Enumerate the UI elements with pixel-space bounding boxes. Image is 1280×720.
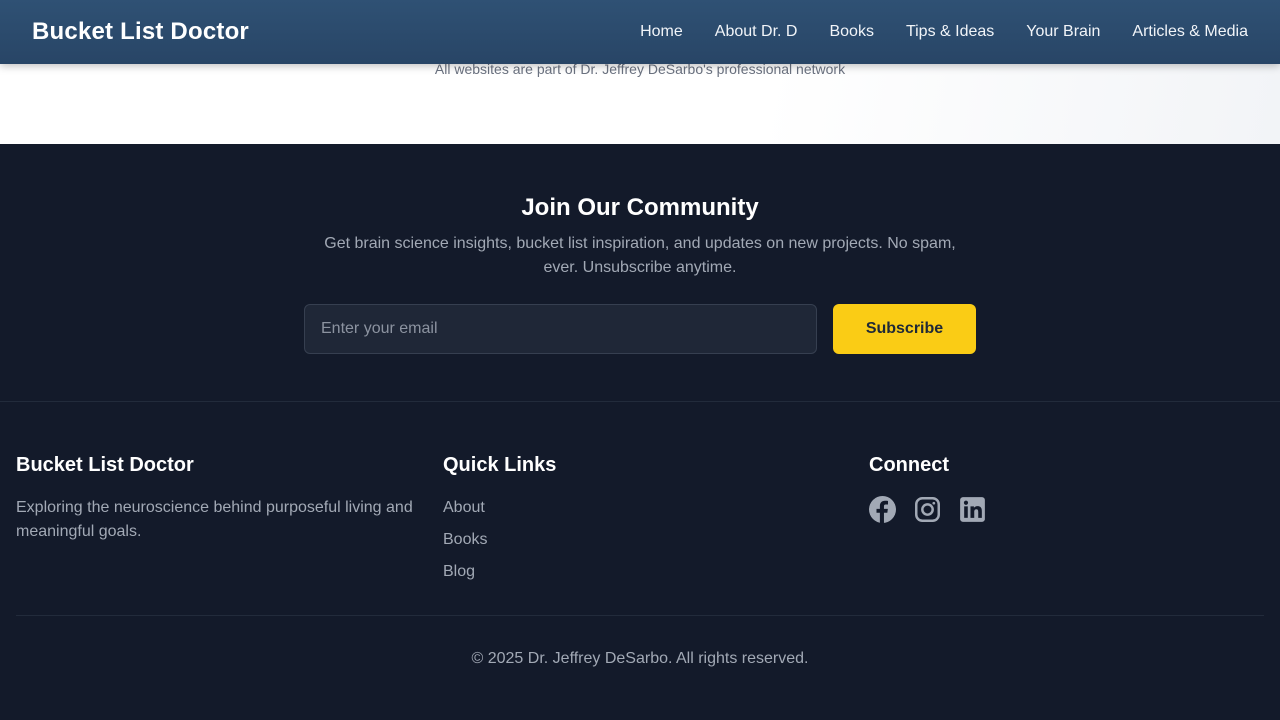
email-input[interactable] — [304, 304, 817, 354]
nav-link-your-brain[interactable]: Your Brain — [1010, 23, 1116, 41]
nav-link-tips-ideas[interactable]: Tips & Ideas — [890, 23, 1010, 41]
newsletter-title: Join Our Community — [521, 194, 759, 221]
nav-link-books[interactable]: Books — [813, 23, 889, 41]
quick-links-title: Quick Links — [443, 454, 557, 476]
nav-link-about[interactable]: About Dr. D — [699, 23, 814, 41]
copyright-text: © 2025 Dr. Jeffrey DeSarbo. All rights r… — [471, 650, 809, 667]
main-nav: Home About Dr. D Books Tips & Ideas Your… — [624, 23, 1264, 41]
footer-about-text: Exploring the neuroscience behind purpos… — [16, 499, 413, 540]
linkedin-icon[interactable] — [959, 496, 986, 523]
nav-link-articles-media[interactable]: Articles & Media — [1116, 23, 1264, 41]
site-header: Bucket List Doctor Home About Dr. D Book… — [0, 0, 1280, 64]
brand-logo[interactable]: Bucket List Doctor — [32, 18, 249, 46]
newsletter-section: Join Our Community Get brain science ins… — [0, 144, 1280, 402]
quick-link-about[interactable]: About — [443, 496, 843, 528]
footer-about-title: Bucket List Doctor — [16, 454, 194, 476]
quick-links-list: About Books Blog — [443, 496, 843, 592]
subscribe-button[interactable]: Subscribe — [833, 304, 976, 354]
footer-columns: Bucket List Doctor Exploring the neurosc… — [16, 450, 1264, 610]
newsletter-description: Get brain science insights, bucket list … — [324, 235, 956, 276]
footer-quick-links-column: Quick Links About Books Blog — [443, 450, 843, 592]
quick-link-blog[interactable]: Blog — [443, 560, 843, 592]
footer-about-column: Bucket List Doctor Exploring the neurosc… — [16, 450, 416, 544]
instagram-icon[interactable] — [914, 496, 941, 523]
footer-divider — [16, 615, 1264, 616]
facebook-icon[interactable] — [869, 496, 896, 523]
quick-link-books[interactable]: Books — [443, 528, 843, 560]
social-links — [869, 496, 1264, 523]
site-footer: Join Our Community Get brain science ins… — [0, 144, 1280, 720]
nav-link-home[interactable]: Home — [624, 23, 699, 41]
connect-title: Connect — [869, 454, 949, 476]
footer-connect-column: Connect — [869, 450, 1264, 523]
